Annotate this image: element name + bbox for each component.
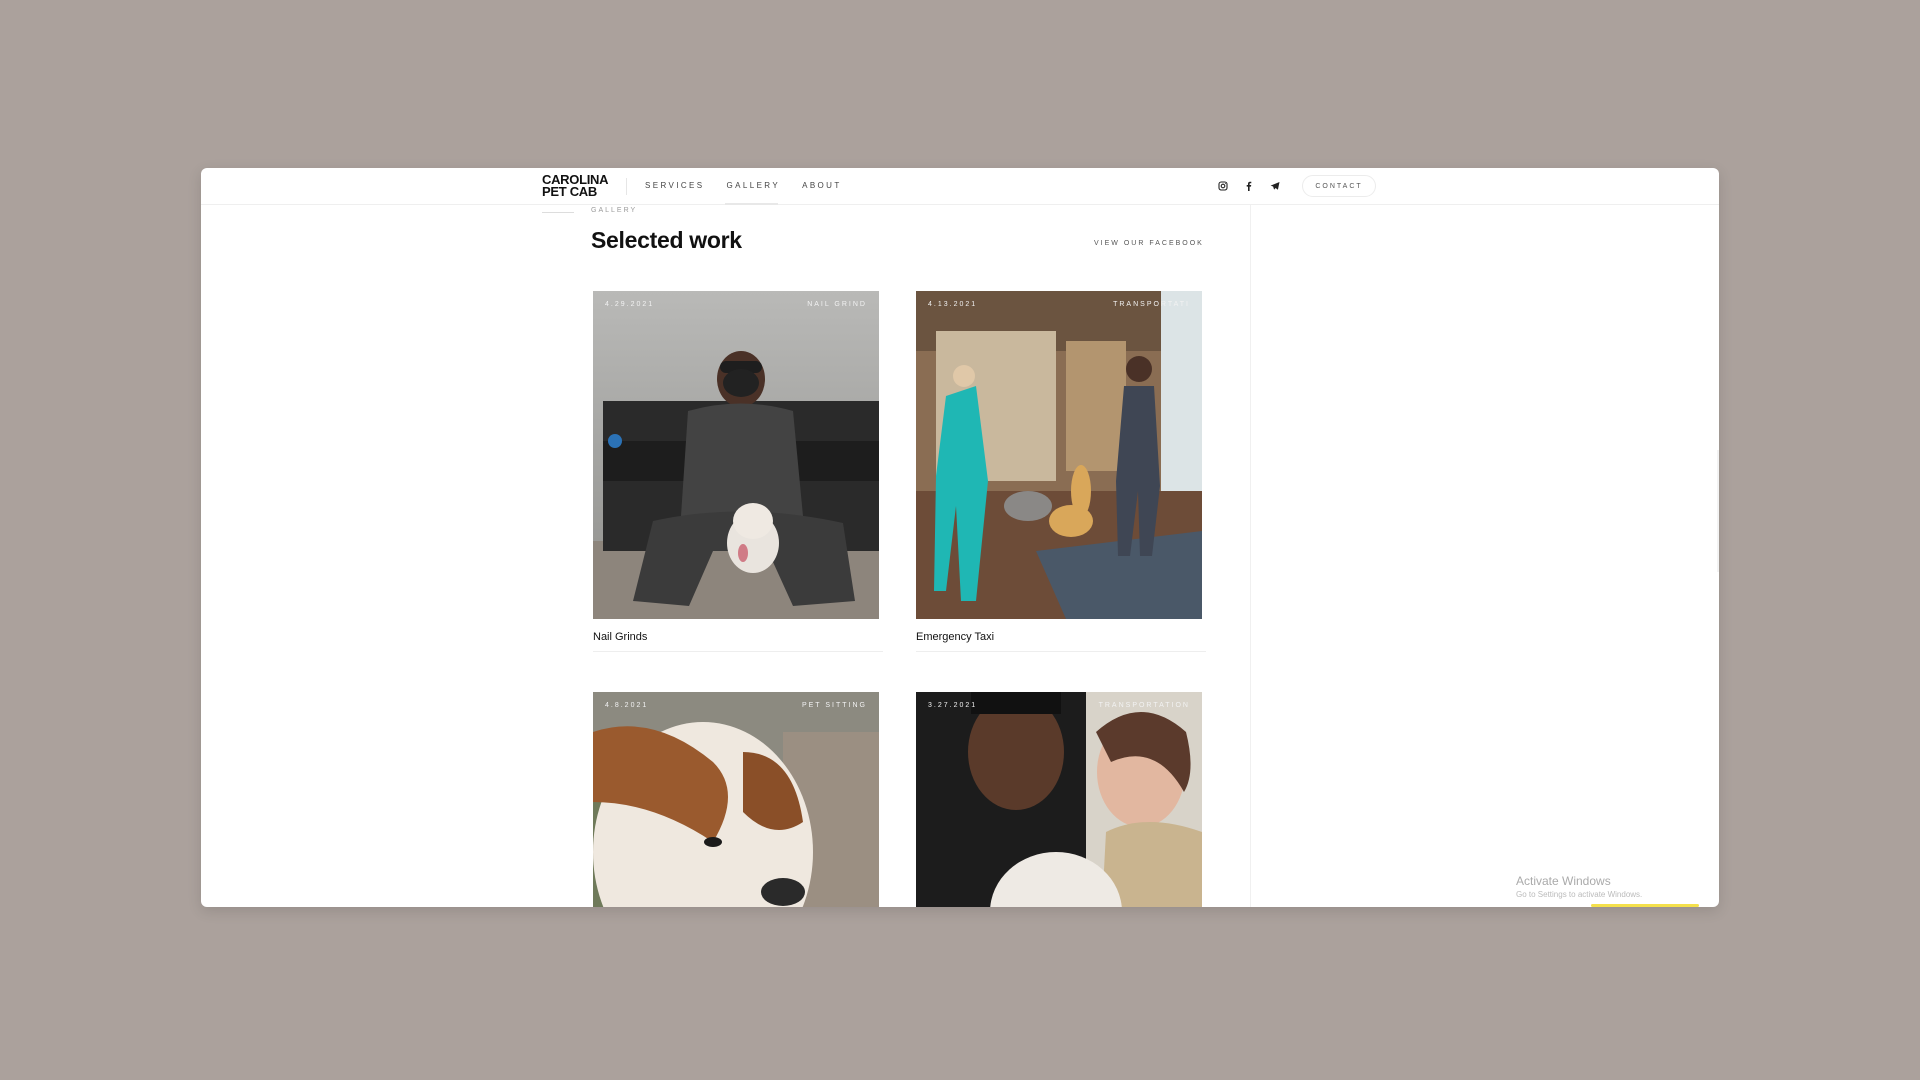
contact-button[interactable]: CONTACT <box>1302 175 1376 197</box>
card-tag: NAIL GRIND <box>807 301 867 308</box>
gallery-photo: 4.8.2021 PET SITTING <box>593 692 879 907</box>
gallery-card[interactable]: 4.13.2021 TRANSPORTATI Emergency Taxi <box>916 291 1206 652</box>
watermark-title: Activate Windows <box>1516 874 1611 888</box>
photo-man-with-dog-on-couch <box>593 291 879 619</box>
card-date: 4.13.2021 <box>928 301 978 308</box>
nav-item-about[interactable]: ABOUT <box>802 168 842 205</box>
telegram-icon[interactable] <box>1268 179 1282 193</box>
section-eyebrow: GALLERY <box>591 207 638 214</box>
gallery-card[interactable]: 4.8.2021 PET SITTING <box>593 692 879 907</box>
nav-item-services[interactable]: SERVICES <box>645 168 705 205</box>
social-links <box>1216 179 1282 193</box>
view-facebook-link[interactable]: VIEW OUR FACEBOOK <box>1094 240 1204 247</box>
card-meta: 3.27.2021 TRANSPORTATION <box>928 702 1190 709</box>
browser-window: CAROLINA PET CAB SERVICES GALLERY ABOUT … <box>201 168 1719 907</box>
card-date: 3.27.2021 <box>928 702 978 709</box>
photo-dog-closeup <box>593 692 879 907</box>
site-header: CAROLINA PET CAB SERVICES GALLERY ABOUT … <box>201 168 1719 205</box>
scrollbar[interactable] <box>1717 450 1719 572</box>
photo-vet-clinic-dogs <box>916 291 1202 619</box>
photo-selfie-with-dog <box>916 692 1202 907</box>
card-date: 4.8.2021 <box>605 702 649 709</box>
card-title: Nail Grinds <box>593 631 648 643</box>
gallery-card[interactable]: 3.27.2021 TRANSPORTATION <box>916 692 1202 907</box>
header-divider <box>626 178 627 195</box>
eyebrow-rule <box>542 212 574 213</box>
logo-line-2: PET CAB <box>542 184 597 199</box>
page-title: Selected work <box>591 227 742 253</box>
content-divider <box>1250 205 1251 907</box>
card-divider <box>593 651 883 652</box>
gallery-photo: 4.13.2021 TRANSPORTATI <box>916 291 1202 619</box>
site-logo[interactable]: CAROLINA PET CAB <box>542 173 609 199</box>
gallery-photo: 4.29.2021 NAIL GRIND <box>593 291 879 619</box>
card-meta: 4.29.2021 NAIL GRIND <box>605 301 867 308</box>
card-tag: PET SITTING <box>801 702 867 709</box>
card-meta: 4.13.2021 TRANSPORTATI <box>928 301 1190 308</box>
floating-action-bar[interactable] <box>1591 904 1699 907</box>
card-title: Emergency Taxi <box>916 631 995 643</box>
card-meta: 4.8.2021 PET SITTING <box>605 702 867 709</box>
nav-item-gallery[interactable]: GALLERY <box>724 168 781 205</box>
card-divider <box>916 651 1206 652</box>
activate-windows-watermark: Activate Windows Go to Settings to activ… <box>1516 874 1642 899</box>
card-tag: TRANSPORTATION <box>1098 702 1190 709</box>
card-tag: TRANSPORTATI <box>1113 301 1190 308</box>
main-nav: SERVICES GALLERY ABOUT <box>645 168 864 205</box>
gallery-card[interactable]: 4.29.2021 NAIL GRIND Nail Grinds <box>593 291 883 652</box>
card-date: 4.29.2021 <box>605 301 655 308</box>
instagram-icon[interactable] <box>1216 179 1230 193</box>
watermark-subtitle: Go to Settings to activate Windows. <box>1516 890 1643 899</box>
facebook-icon[interactable] <box>1242 179 1256 193</box>
gallery-photo: 3.27.2021 TRANSPORTATION <box>916 692 1202 907</box>
